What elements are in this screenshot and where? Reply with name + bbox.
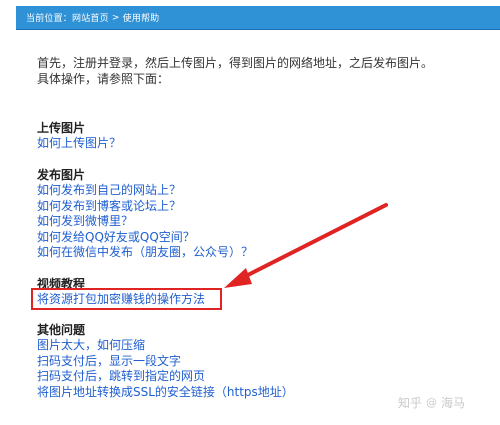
link-publish-blog-forum[interactable]: 如何发布到博客或论坛上？ bbox=[37, 199, 477, 215]
link-publish-wechat[interactable]: 如何在微信中发布（朋友圈，公众号）？ bbox=[37, 245, 477, 261]
help-content: 首先，注册并登录，然后上传图片，得到图片的网络地址，之后发布图片。 具体操作，请… bbox=[37, 55, 477, 399]
intro-text: 首先，注册并登录，然后上传图片，得到图片的网络地址，之后发布图片。 具体操作，请… bbox=[37, 55, 477, 87]
section-title-other: 其他问题 bbox=[37, 323, 86, 337]
breadcrumb-prefix: 当前位置： bbox=[26, 14, 73, 24]
link-publish-own-site[interactable]: 如何发布到自己的网站上？ bbox=[37, 183, 477, 199]
link-pay-redirect[interactable]: 扫码支付后，跳转到指定的网页 bbox=[37, 369, 477, 385]
breadcrumb: 当前位置： 网站首页 > 使用帮助 bbox=[16, 6, 500, 30]
link-compress-image[interactable]: 图片太大，如何压缩 bbox=[37, 338, 477, 354]
section-other: 其他问题 图片太大，如何压缩 扫码支付后，显示一段文字 扫码支付后，跳转到指定的… bbox=[37, 323, 477, 400]
section-upload: 上传图片 如何上传图片？ bbox=[37, 121, 477, 152]
breadcrumb-current: 使用帮助 bbox=[122, 14, 160, 24]
section-title-upload: 上传图片 bbox=[37, 121, 86, 135]
section-publish: 发布图片 如何发布到自己的网站上？ 如何发布到博客或论坛上？ 如何发到微博里？ … bbox=[37, 168, 477, 261]
breadcrumb-separator: > bbox=[111, 12, 120, 23]
watermark-site: 知乎 bbox=[398, 396, 423, 410]
link-publish-weibo[interactable]: 如何发到微博里？ bbox=[37, 214, 477, 230]
help-page: 当前位置： 网站首页 > 使用帮助 首先，注册并登录，然后上传图片，得到图片的网… bbox=[0, 0, 500, 425]
link-how-to-upload[interactable]: 如何上传图片？ bbox=[37, 136, 477, 152]
section-title-publish: 发布图片 bbox=[37, 168, 86, 182]
link-pay-show-text[interactable]: 扫码支付后，显示一段文字 bbox=[37, 354, 477, 370]
watermark-at: @ bbox=[426, 396, 438, 409]
intro-line-1: 首先，注册并登录，然后上传图片，得到图片的网络地址，之后发布图片。 bbox=[37, 56, 434, 70]
link-publish-qq[interactable]: 如何发给QQ好友或QQ空间？ bbox=[37, 230, 477, 246]
zhihu-watermark: 知乎 @ 海马 bbox=[398, 394, 465, 411]
highlight-box bbox=[31, 288, 222, 310]
watermark-author: 海马 bbox=[441, 396, 466, 410]
intro-line-2: 具体操作，请参照下面： bbox=[37, 72, 170, 86]
breadcrumb-home-link[interactable]: 网站首页 bbox=[72, 11, 109, 24]
